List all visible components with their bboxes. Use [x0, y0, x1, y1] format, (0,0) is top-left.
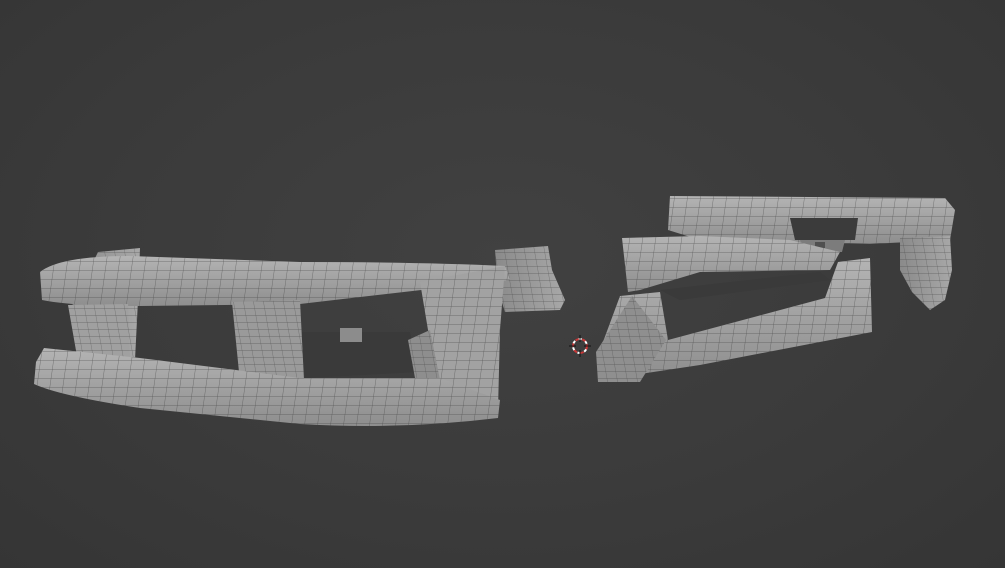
3d-cursor-icon[interactable]: [569, 335, 591, 357]
viewport-scene[interactable]: [0, 0, 1005, 568]
front-bumper-mesh[interactable]: [34, 246, 565, 426]
rear-bumper-plate-recess: [790, 218, 858, 240]
3d-viewport[interactable]: [0, 0, 1005, 568]
rear-bumper-mesh[interactable]: [596, 196, 955, 382]
